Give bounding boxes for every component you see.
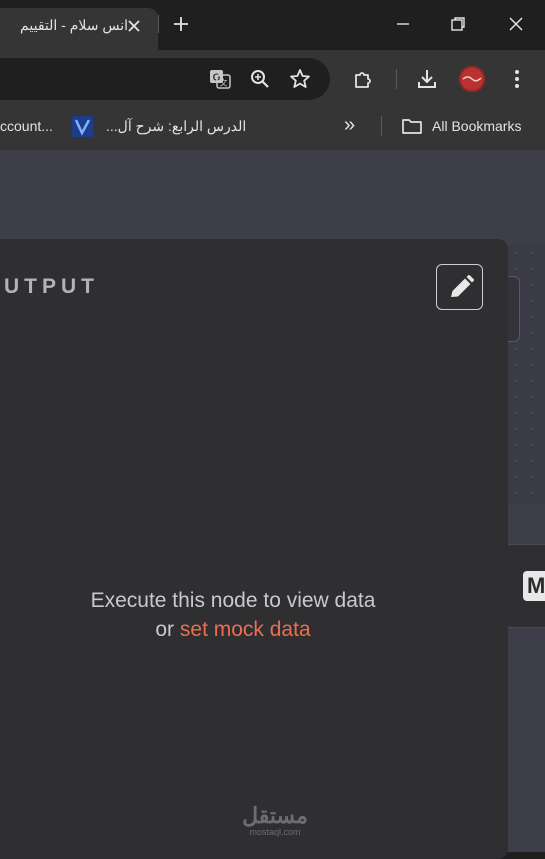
zoom-icon[interactable] (248, 67, 272, 91)
browser-toolbar: G文 (0, 50, 545, 108)
bookmark-star-icon[interactable] (288, 67, 312, 91)
translate-icon[interactable]: G文 (208, 67, 232, 91)
svg-text:文: 文 (220, 78, 228, 88)
empty-state-message: Execute this node to view data or set mo… (0, 586, 486, 644)
pencil-icon (451, 275, 474, 297)
empty-state-line1: Execute this node to view data (90, 589, 376, 612)
new-tab-icon[interactable] (170, 13, 192, 35)
bookmarks-overflow-icon[interactable]: » (344, 114, 355, 137)
bookmark-item-lesson[interactable]: الدرس الرابع: شرح آل... (106, 118, 246, 135)
bookmarks-bar: ccount... الدرس الرابع: شرح آل... » All … (0, 108, 545, 150)
output-panel: UTPUT Execute this node to view data or … (0, 239, 508, 859)
watermark-latin: mostaql.com (249, 827, 301, 837)
browser-tab[interactable]: انس سلام - التقييم (0, 8, 158, 50)
tab-separator (158, 15, 159, 33)
panel-title: UTPUT (4, 275, 99, 298)
tab-close-icon[interactable] (126, 18, 142, 34)
extensions-icon[interactable] (352, 67, 376, 91)
close-window-icon[interactable] (504, 12, 528, 36)
toolbar-separator (396, 69, 397, 89)
watermark: مستقل mostaql.com (240, 805, 310, 838)
bookmark-item-account[interactable]: ccount... (0, 118, 53, 134)
bookmarks-separator (381, 116, 382, 136)
minimize-icon[interactable] (391, 12, 415, 36)
browser-titlebar: انس سلام - التقييم (0, 0, 545, 50)
edit-button[interactable] (436, 264, 483, 310)
bookmark-favicon-icon (72, 116, 93, 137)
download-icon[interactable] (415, 67, 439, 91)
empty-state-line2: or set mock data (0, 615, 486, 644)
empty-state-or: or (155, 618, 175, 641)
profile-avatar[interactable] (459, 66, 485, 92)
side-node-icon: M (523, 571, 545, 601)
tab-title: انس سلام - التقييم (20, 17, 128, 33)
folder-icon (401, 115, 423, 137)
workflow-canvas: M UTPUT Execute this node to view data o… (0, 150, 545, 859)
more-menu-icon[interactable] (505, 67, 529, 91)
address-bar[interactable] (0, 58, 330, 100)
watermark-arabic: مستقل (242, 803, 308, 828)
side-node[interactable]: M (502, 544, 545, 628)
set-mock-data-link[interactable]: set mock data (180, 618, 311, 641)
restore-icon[interactable] (446, 12, 470, 36)
all-bookmarks-label[interactable]: All Bookmarks (432, 118, 521, 134)
